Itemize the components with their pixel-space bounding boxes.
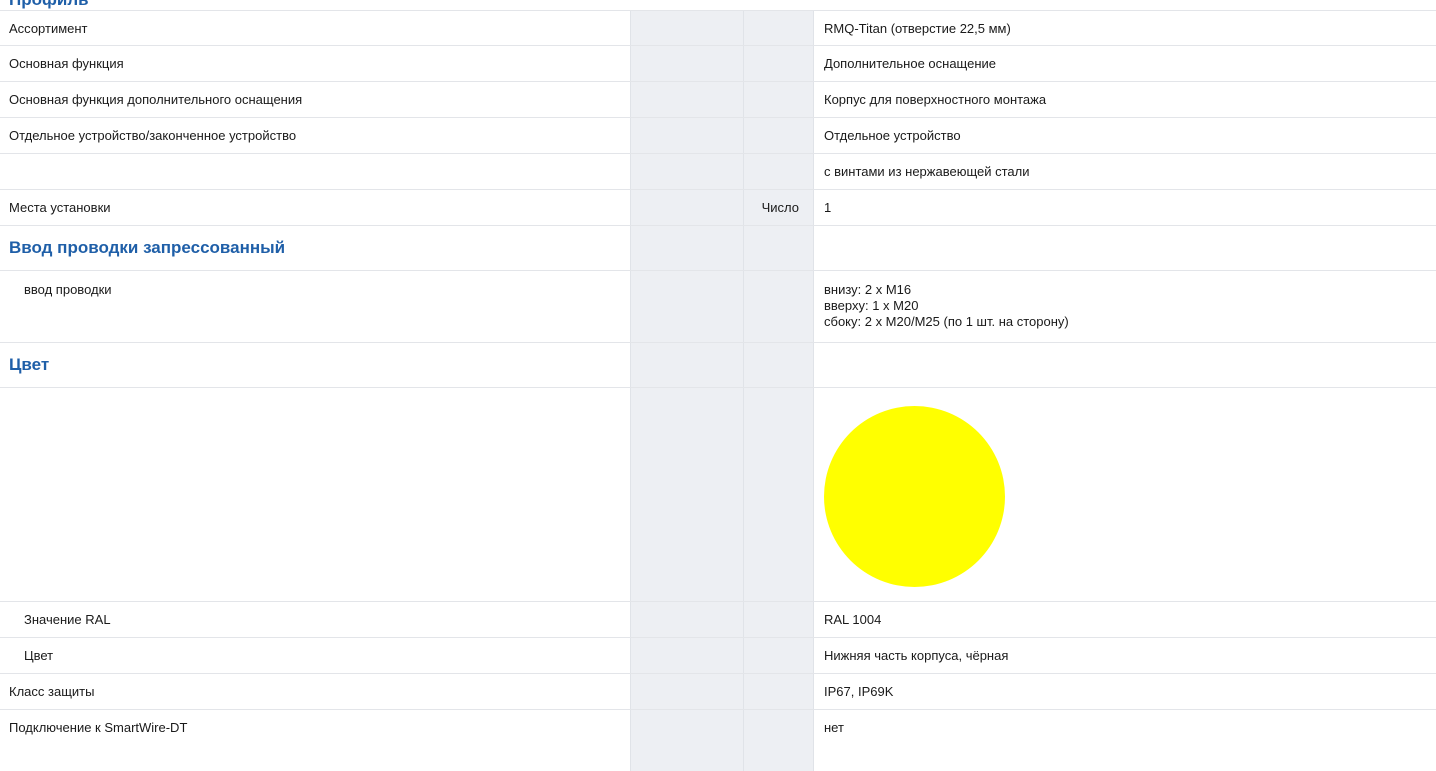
row-value: 1 [824,200,832,215]
table-row: Места установки Число 1 [0,190,1436,226]
swatch-container [824,406,1005,587]
color-swatch-row [0,388,1436,602]
table-row: Цвет Нижняя часть корпуса, чёрная [0,638,1436,674]
table-row: Основная функция дополнительного оснащен… [0,82,1436,118]
row-value: Корпус для поверхностного монтажа [824,92,1047,107]
clipped-section-heading: Профиль [9,0,89,10]
row-label: Отдельное устройство/законченное устройс… [9,128,297,143]
clipped-heading-strip: Профиль [0,0,1436,10]
row-label: Основная функция дополнительного оснащен… [9,92,303,107]
row-value: Нижняя часть корпуса, чёрная [824,648,1009,663]
section-title-wiring: Ввод проводки запрессованный [9,238,286,257]
section-heading-row: Ввод проводки запрессованный [0,226,1436,271]
row-label: Ассортимент [9,21,88,36]
table-row: Основная функция Дополнительное оснащени… [0,46,1436,82]
table-row: Ассортимент RMQ-Titan (отверстие 22,5 мм… [0,10,1436,46]
table-row: Отдельное устройство/законченное устройс… [0,118,1436,154]
table-row: Значение RAL RAL 1004 [0,602,1436,638]
row-value: с винтами из нержавеющей стали [824,164,1030,179]
row-label: Основная функция [9,56,124,71]
row-unit: Число [761,200,799,215]
row-value: IP67, IP69K [824,684,894,699]
section-title-color: Цвет [9,355,50,374]
row-label: Места установки [9,200,111,215]
row-value: Отдельное устройство [824,128,961,143]
table-row: ввод проводки внизу: 2 x M16 вверху: 1 x… [0,271,1436,343]
row-value: Дополнительное оснащение [824,56,996,71]
value-line: внизу: 2 x M16 [824,282,912,297]
row-label: ввод проводки [24,282,112,297]
row-value: RAL 1004 [824,612,882,627]
table-row: Подключение к SmartWire-DT нет [0,710,1436,746]
row-label: Значение RAL [24,612,111,627]
section-heading-row: Цвет [0,343,1436,388]
spec-table: Ассортимент RMQ-Titan (отверстие 22,5 мм… [0,10,1436,746]
row-value: RMQ-Titan (отверстие 22,5 мм) [824,21,1011,36]
row-value: нет [824,720,844,735]
table-row: с винтами из нержавеющей стали [0,154,1436,190]
value-line: сбоку: 2 x M20/M25 (по 1 шт. на сторону) [824,314,1069,329]
value-line: вверху: 1 x M20 [824,298,919,313]
row-value-multiline: внизу: 2 x M16 вверху: 1 x M20 сбоку: 2 … [824,282,1424,330]
table-row: Класс защиты IP67, IP69K [0,674,1436,710]
row-label: Цвет [24,648,54,663]
row-label: Подключение к SmartWire-DT [9,720,188,735]
row-label: Класс защиты [9,684,95,699]
color-swatch [824,406,1005,587]
